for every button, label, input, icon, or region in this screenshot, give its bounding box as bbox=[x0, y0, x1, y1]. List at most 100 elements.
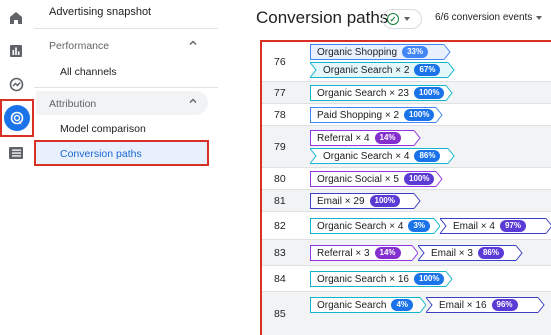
advertising-icon[interactable] bbox=[4, 105, 30, 131]
channel-label: Organic Search × 16 bbox=[317, 273, 409, 285]
arrow-notch-icon bbox=[440, 218, 447, 234]
arrow-end-icon bbox=[446, 85, 453, 101]
percent-badge: 100% bbox=[369, 195, 400, 207]
channel-label: Paid Shopping × 2 bbox=[317, 109, 400, 121]
percent-badge: 14% bbox=[374, 132, 401, 144]
channel-label: Referral × 4 bbox=[317, 132, 370, 144]
path-step-chip[interactable]: Organic Search × 23 100% bbox=[310, 85, 453, 101]
percent-badge: 100% bbox=[414, 87, 445, 99]
percent-badge: 67% bbox=[414, 64, 441, 76]
arrow-end-icon bbox=[448, 62, 455, 78]
arrow-end-icon bbox=[414, 193, 421, 209]
percent-badge: 100% bbox=[404, 173, 435, 185]
caret-down-icon bbox=[536, 15, 543, 20]
channel-label: Organic Shopping bbox=[317, 46, 398, 58]
path-step-chip[interactable]: Email × 3 86% bbox=[418, 245, 523, 261]
path-step-chip[interactable]: Email × 29 100% bbox=[310, 193, 421, 209]
arrow-notch-icon bbox=[310, 148, 317, 164]
row-number: 79 bbox=[274, 141, 286, 153]
channel-label: Referral × 3 bbox=[317, 247, 370, 259]
row-number: 81 bbox=[274, 195, 286, 207]
table-row: 83 Referral × 3 14% Email × 3 86% bbox=[262, 240, 551, 266]
arrow-notch-icon bbox=[418, 245, 425, 261]
row-number: 78 bbox=[274, 109, 286, 121]
path-step-chip[interactable]: Organic Search × 4 86% bbox=[310, 148, 455, 164]
percent-badge: 86% bbox=[414, 150, 441, 162]
row-number: 77 bbox=[274, 87, 286, 99]
sidebar-item-advertising-snapshot[interactable]: Advertising snapshot bbox=[49, 6, 151, 18]
percent-badge: 33% bbox=[402, 46, 429, 58]
row-number: 85 bbox=[274, 308, 286, 320]
status-dropdown[interactable]: ✓ bbox=[382, 9, 422, 29]
arrow-end-icon bbox=[516, 245, 523, 261]
percent-badge: 100% bbox=[414, 273, 445, 285]
channel-label: Organic Search × 23 bbox=[317, 87, 409, 99]
table-row: 81 Email × 29 100% bbox=[262, 190, 551, 212]
home-icon[interactable] bbox=[7, 9, 25, 27]
table-row: 84 Organic Search × 16 100% bbox=[262, 266, 551, 292]
arrow-end-icon bbox=[546, 218, 551, 234]
row-number: 83 bbox=[274, 247, 286, 259]
channel-label: Email × 16 bbox=[439, 299, 487, 311]
sidebar: Advertising snapshot Performance All cha… bbox=[34, 0, 218, 335]
table-row: 76 Organic Shopping 33% Organic Search × 2 6… bbox=[262, 42, 551, 82]
page-header: Conversion paths ✓ 6/6 conversion events bbox=[218, 0, 551, 38]
conversion-events-dropdown[interactable]: 6/6 conversion events bbox=[435, 12, 543, 23]
chevron-up-icon[interactable] bbox=[188, 96, 198, 109]
sidebar-section-attribution[interactable]: Attribution bbox=[49, 98, 96, 110]
percent-badge: 100% bbox=[404, 109, 435, 121]
sidebar-item-model-comparison[interactable]: Model comparison bbox=[60, 123, 146, 135]
table-row: 82 Organic Search × 4 3% Email × 4 97% bbox=[262, 212, 551, 240]
conversion-events-label: 6/6 conversion events bbox=[435, 12, 533, 23]
channel-label: Organic Search × 4 bbox=[317, 220, 404, 232]
arrow-end-icon bbox=[436, 107, 443, 123]
row-number: 80 bbox=[274, 173, 286, 185]
caret-down-icon bbox=[404, 17, 410, 21]
sidebar-item-label: Conversion paths bbox=[60, 148, 142, 160]
conversion-paths-table: 76 Organic Shopping 33% Organic Search × 2 6… bbox=[260, 40, 551, 335]
table-row: 80 Organic Social × 5 100% bbox=[262, 168, 551, 190]
percent-badge: 14% bbox=[374, 247, 401, 259]
explore-icon[interactable] bbox=[7, 75, 25, 93]
channel-label: Organic Search × 4 bbox=[323, 150, 410, 162]
arrow-notch-icon bbox=[310, 62, 317, 78]
row-number: 76 bbox=[274, 56, 286, 68]
divider bbox=[34, 87, 218, 88]
arrow-end-icon bbox=[436, 171, 443, 187]
page-title: Conversion paths bbox=[256, 8, 389, 27]
arrow-end-icon bbox=[444, 44, 451, 60]
sidebar-item-conversion-paths[interactable]: Conversion paths bbox=[34, 140, 209, 166]
channel-label: Organic Search × 2 bbox=[323, 64, 410, 76]
path-step-chip[interactable]: Organic Social × 5 100% bbox=[310, 171, 443, 187]
arrow-notch-icon bbox=[426, 297, 433, 313]
path-step-chip[interactable]: Referral × 3 14% bbox=[310, 245, 419, 261]
arrow-end-icon bbox=[414, 130, 421, 146]
channel-label: Organic Social × 5 bbox=[317, 173, 399, 185]
path-step-chip[interactable]: Organic Shopping 33% bbox=[310, 44, 451, 60]
sidebar-item-all-channels[interactable]: All channels bbox=[60, 66, 117, 78]
channel-label: Email × 29 bbox=[317, 195, 365, 207]
percent-badge: 97% bbox=[499, 220, 526, 232]
path-step-chip[interactable]: Organic Search × 2 67% bbox=[310, 62, 455, 78]
path-step-chip[interactable]: Email × 16 96% bbox=[426, 297, 545, 313]
percent-badge: 86% bbox=[477, 247, 504, 259]
chevron-up-icon[interactable] bbox=[188, 38, 198, 51]
reports-icon[interactable] bbox=[7, 42, 25, 60]
path-step-chip[interactable]: Organic Search 4% bbox=[310, 297, 427, 313]
table-row: 79 Referral × 4 14% Organic Search × 4 86% bbox=[262, 126, 551, 168]
check-circle-icon: ✓ bbox=[387, 13, 399, 25]
path-step-chip[interactable]: Organic Search × 16 100% bbox=[310, 271, 453, 287]
path-step-chip[interactable]: Email × 4 97% bbox=[440, 218, 551, 234]
table-row: 77 Organic Search × 23 100% bbox=[262, 82, 551, 104]
channel-label: Email × 4 bbox=[453, 220, 495, 232]
path-step-chip[interactable]: Referral × 4 14% bbox=[310, 130, 421, 146]
channel-label: Email × 3 bbox=[431, 247, 473, 259]
row-number: 82 bbox=[274, 220, 286, 232]
arrow-end-icon bbox=[538, 297, 545, 313]
path-step-chip[interactable]: Paid Shopping × 2 100% bbox=[310, 107, 443, 123]
arrow-end-icon bbox=[446, 271, 453, 287]
sidebar-section-performance[interactable]: Performance bbox=[49, 40, 109, 52]
path-step-chip[interactable]: Organic Search × 4 3% bbox=[310, 218, 441, 234]
percent-badge: 4% bbox=[391, 299, 414, 311]
list-icon[interactable] bbox=[7, 144, 25, 162]
